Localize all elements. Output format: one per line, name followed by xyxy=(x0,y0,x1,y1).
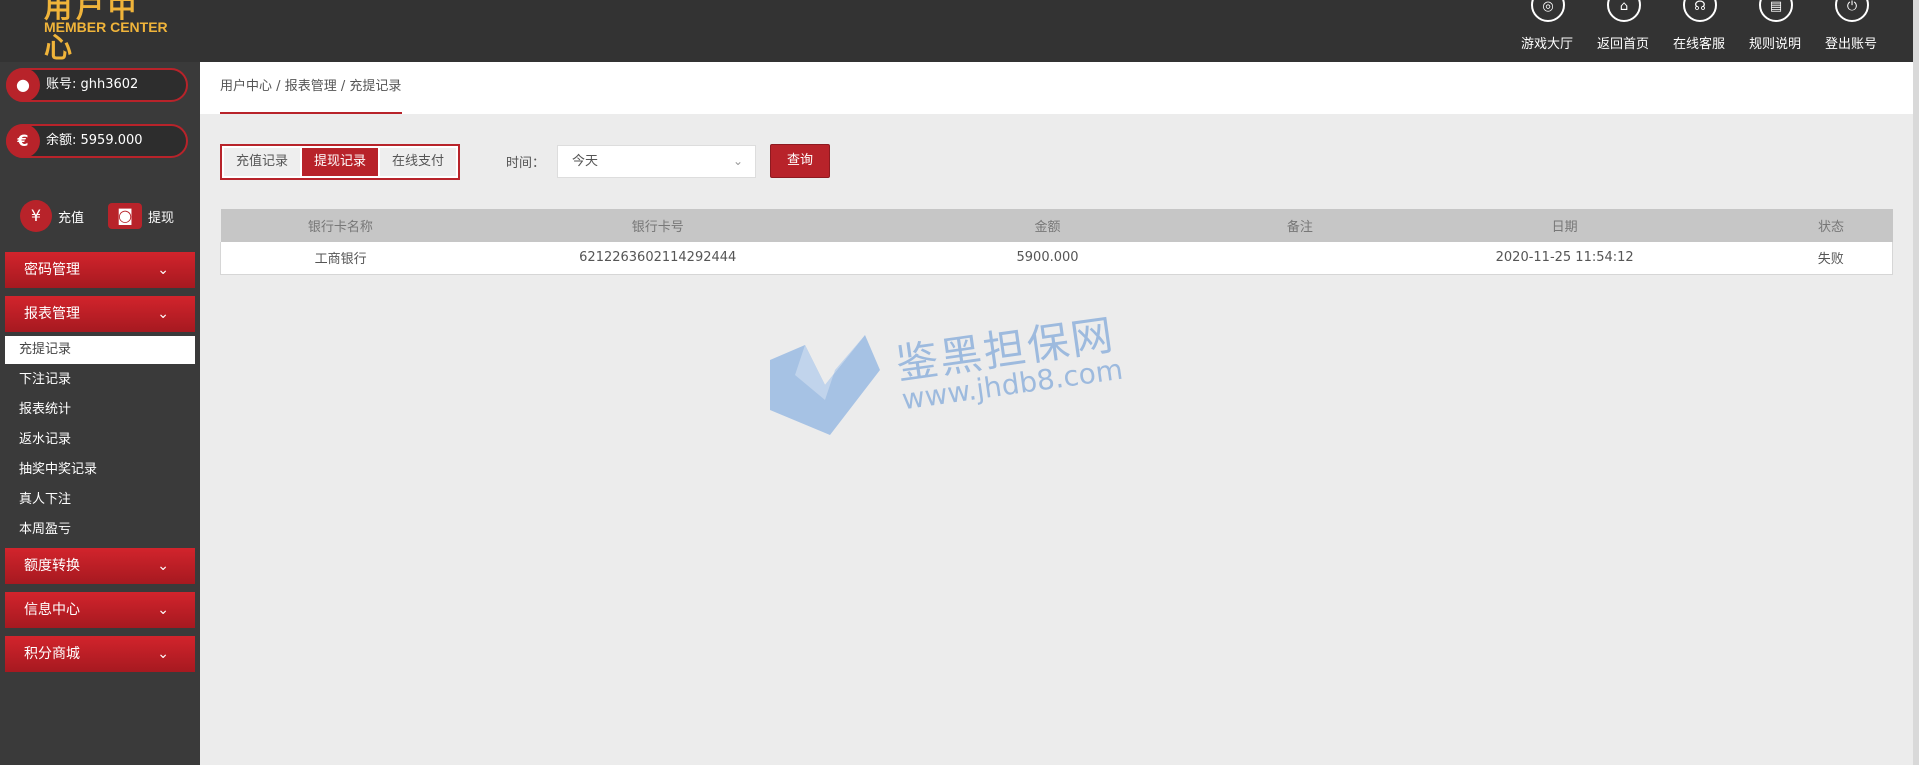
menu-label: 额度转换 xyxy=(24,558,80,574)
table-row: 工商银行 6212263602114292444 5900.000 2020-1… xyxy=(220,242,1893,275)
logo-subtitle: MEMBER CENTER xyxy=(44,19,168,35)
breadcrumb-separator: / xyxy=(340,79,346,94)
time-label: 时间： xyxy=(506,156,546,171)
tab-deposit-records[interactable]: 充值记录 xyxy=(224,148,301,176)
power-icon: ⏻ xyxy=(1835,0,1869,22)
breadcrumb-separator: / xyxy=(276,79,281,94)
cell-status: 失败 xyxy=(1769,242,1893,275)
breadcrumb-root[interactable]: 用户中心 xyxy=(220,79,272,94)
column-header-card-number: 银行卡号 xyxy=(460,209,856,242)
menu-transfer[interactable]: 额度转换 ⌄ xyxy=(5,548,195,584)
column-header-remark: 备注 xyxy=(1239,209,1360,242)
cell-remark xyxy=(1239,242,1360,275)
sidebar-item-lottery-wins[interactable]: 抽奖中奖记录 xyxy=(5,456,195,484)
logo: 用户中心 MEMBER CENTER xyxy=(38,0,168,63)
nav-label: 登出账号 xyxy=(1824,37,1877,52)
menu-points-mall[interactable]: 积分商城 ⌄ xyxy=(5,636,195,672)
column-header-status: 状态 xyxy=(1769,209,1893,242)
sidebar: ● 账号: ghh3602 € 余额: 5959.000 ¥ 充值 ◙ 提现 密… xyxy=(0,62,200,765)
nav-label: 返回首页 xyxy=(1596,37,1649,52)
top-bar: 用户中心 MEMBER CENTER ◎ 游戏大厅 ⌂ 返回首页 ☊ 在线客服 … xyxy=(0,0,1919,63)
nav-rules[interactable]: ▤ 规则说明 xyxy=(1737,0,1813,62)
time-select-value: 今天 xyxy=(572,154,599,169)
cash-icon: ◙ xyxy=(108,203,142,229)
menu-label: 信息中心 xyxy=(24,602,80,618)
deposit-button[interactable]: ¥ 充值 xyxy=(20,200,84,232)
account-badge: ● 账号: ghh3602 xyxy=(6,68,188,102)
top-nav: ◎ 游戏大厅 ⌂ 返回首页 ☊ 在线客服 ▤ 规则说明 ⏻ 登出账号 xyxy=(1509,0,1889,62)
chevron-down-icon: ⌄ xyxy=(732,154,743,168)
time-select[interactable]: 今天 ⌄ xyxy=(557,145,756,178)
scrollbar[interactable] xyxy=(1913,0,1919,765)
home-icon: ⌂ xyxy=(1607,0,1641,22)
balance-label: 余额: 5959.000 xyxy=(46,133,143,148)
query-button[interactable]: 查询 xyxy=(770,144,830,178)
cell-card-number: 6212263602114292444 xyxy=(460,242,856,275)
chevron-down-icon: ⌄ xyxy=(157,262,169,278)
cell-bank-name: 工商银行 xyxy=(220,242,461,275)
menu-messages[interactable]: 信息中心 ⌄ xyxy=(5,592,195,628)
withdraw-label: 提现 xyxy=(148,210,175,226)
chevron-down-icon: ⌄ xyxy=(157,306,169,322)
withdraw-button[interactable]: ◙ 提现 xyxy=(108,200,174,232)
nav-game-hall[interactable]: ◎ 游戏大厅 xyxy=(1509,0,1585,62)
sidebar-item-live-bets[interactable]: 真人下注 xyxy=(5,486,195,514)
table-header-row: 银行卡名称 银行卡号 金额 备注 日期 状态 xyxy=(220,209,1893,242)
sidebar-item-report-stats[interactable]: 报表统计 xyxy=(5,396,195,424)
sidebar-item-rebate[interactable]: 返水记录 xyxy=(5,426,195,454)
deposit-label: 充值 xyxy=(58,210,85,226)
breadcrumb: 用户中心 / 报表管理 / 充提记录 xyxy=(220,62,403,114)
menu-reports[interactable]: 报表管理 ⌄ xyxy=(5,296,195,332)
user-icon: ● xyxy=(6,68,40,102)
nav-label: 游戏大厅 xyxy=(1520,37,1573,52)
chevron-down-icon: ⌄ xyxy=(157,602,169,618)
column-header-bank-name: 银行卡名称 xyxy=(220,209,461,242)
tab-online-payment[interactable]: 在线支付 xyxy=(380,148,457,176)
cell-amount: 5900.000 xyxy=(855,242,1240,275)
column-header-amount: 金额 xyxy=(855,209,1240,242)
column-header-date: 日期 xyxy=(1359,209,1770,242)
cell-date: 2020-11-25 11:54:12 xyxy=(1359,242,1770,275)
chevron-down-icon: ⌄ xyxy=(157,646,169,662)
tab-withdraw-records[interactable]: 提现记录 xyxy=(302,148,379,176)
watermark-logo-icon xyxy=(770,335,880,435)
nav-label: 规则说明 xyxy=(1748,37,1801,52)
sidebar-item-transactions[interactable]: 充提记录 xyxy=(5,336,195,364)
account-label: 账号: ghh3602 xyxy=(46,77,139,92)
breadcrumb-current: 充提记录 xyxy=(349,79,402,94)
sidebar-item-bets[interactable]: 下注记录 xyxy=(5,366,195,394)
nav-label: 在线客服 xyxy=(1672,37,1725,52)
nav-logout[interactable]: ⏻ 登出账号 xyxy=(1813,0,1889,62)
sidebar-item-weekly-pnl[interactable]: 本周盈亏 xyxy=(5,516,195,544)
records-table: 银行卡名称 银行卡号 金额 备注 日期 状态 工商银行 621226360211… xyxy=(220,209,1893,275)
game-hall-icon: ◎ xyxy=(1531,0,1565,22)
breadcrumb-section[interactable]: 报表管理 xyxy=(285,79,337,94)
headset-icon: ☊ xyxy=(1683,0,1717,22)
document-icon: ▤ xyxy=(1759,0,1793,22)
menu-label: 密码管理 xyxy=(24,262,80,278)
nav-customer-service[interactable]: ☊ 在线客服 xyxy=(1661,0,1737,62)
euro-icon: € xyxy=(6,124,40,158)
record-type-tabs: 充值记录 提现记录 在线支付 xyxy=(220,144,461,180)
menu-label: 报表管理 xyxy=(24,306,80,322)
watermark: 鉴黑担保网 www.jhdb8.com xyxy=(765,310,1125,460)
menu-password[interactable]: 密码管理 ⌄ xyxy=(5,252,195,288)
yen-icon: ¥ xyxy=(20,200,52,232)
nav-home[interactable]: ⌂ 返回首页 xyxy=(1585,0,1661,62)
menu-label: 积分商城 xyxy=(24,646,80,662)
breadcrumb-bar: 用户中心 / 报表管理 / 充提记录 xyxy=(200,62,1916,114)
chevron-down-icon: ⌄ xyxy=(157,558,169,574)
balance-badge: € 余额: 5959.000 xyxy=(6,124,188,158)
